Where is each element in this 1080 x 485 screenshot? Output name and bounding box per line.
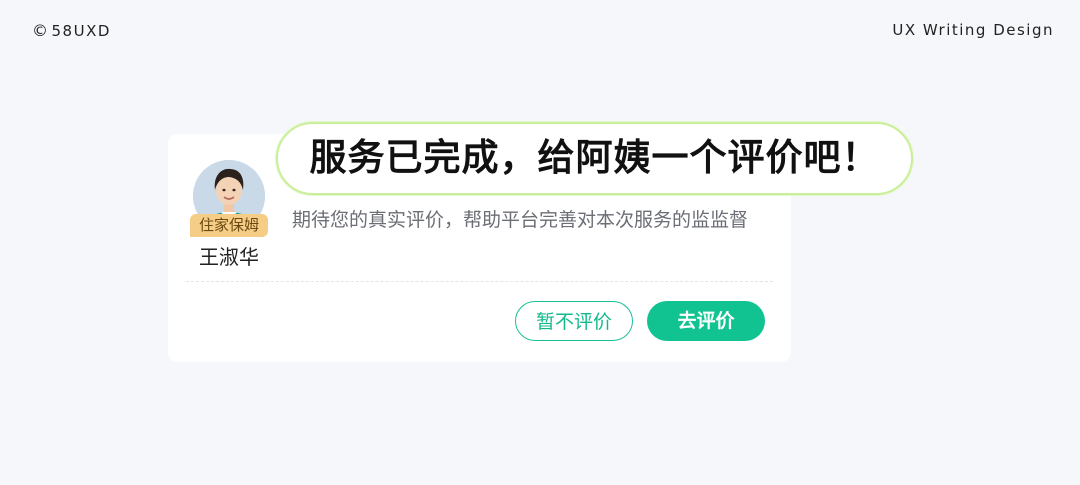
role-badge: 住家保姆 bbox=[190, 214, 268, 237]
tagline: UX Writing Design bbox=[892, 21, 1054, 39]
worker-name: 王淑华 bbox=[199, 245, 259, 269]
brand-name: 58UXD bbox=[51, 21, 111, 40]
go-review-button[interactable]: 去评价 bbox=[647, 301, 765, 341]
skip-review-button[interactable]: 暂不评价 bbox=[515, 301, 633, 341]
review-description: 期待您的真实评价，帮助平台完善对本次服务的监监督 bbox=[292, 209, 749, 231]
copyright-icon: © bbox=[32, 21, 50, 40]
brand-mark: © 58UXD bbox=[32, 21, 111, 40]
title-bubble: 服务已完成，给阿姨一个评价吧！ bbox=[276, 122, 913, 195]
dashed-divider bbox=[186, 281, 773, 282]
